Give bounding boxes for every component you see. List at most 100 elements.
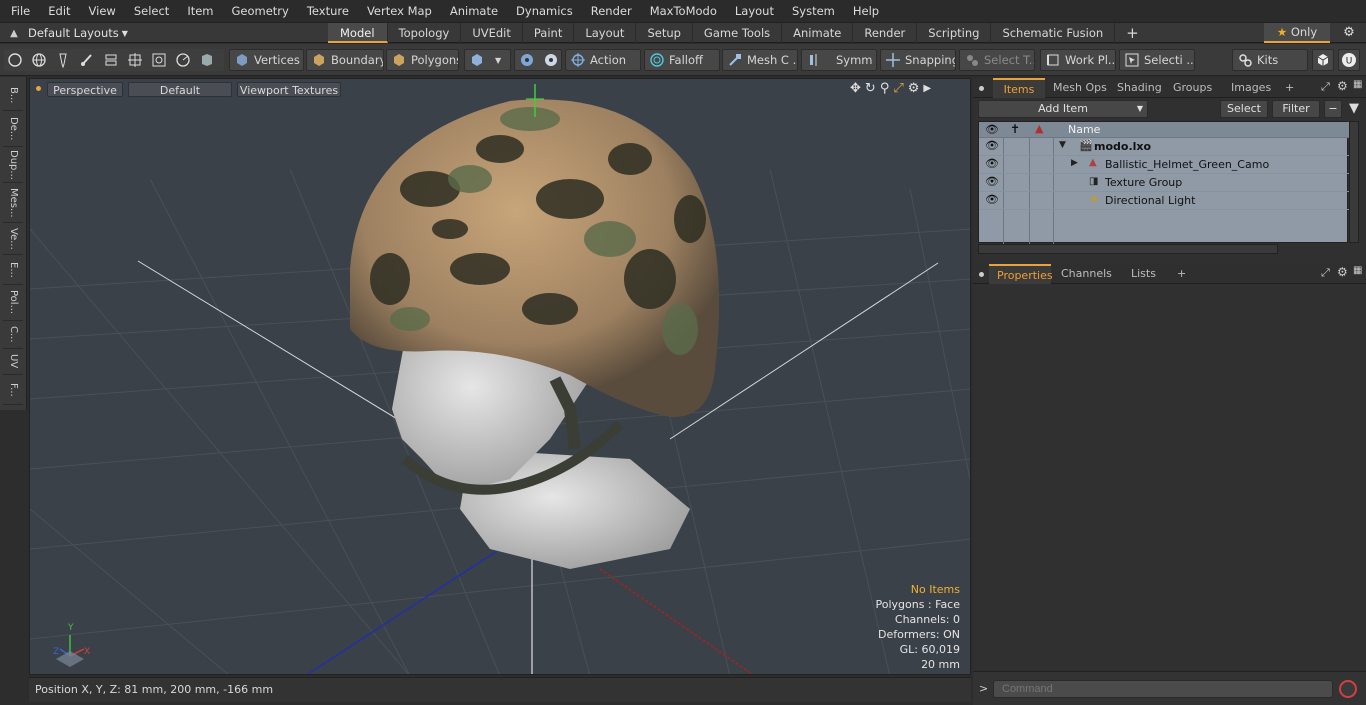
dock-icon[interactable]: ▦ (1353, 265, 1362, 276)
command-input[interactable] (993, 680, 1333, 698)
list-item[interactable]: 👁 ☀ Directional Light (979, 192, 1349, 210)
viewport-menu-dot[interactable] (36, 86, 41, 91)
3d-viewport[interactable]: Y X Z Perspective Default Viewport Textu… (29, 78, 971, 675)
left-tab-basic[interactable]: B... (3, 81, 23, 111)
eye-icon[interactable]: 👁 (985, 193, 999, 206)
tab-animate[interactable]: Animate (782, 23, 854, 43)
left-tab-curve[interactable]: C... (3, 321, 23, 349)
fit-icon[interactable]: ⤢ (893, 81, 903, 99)
viewport-shading-tab[interactable]: Default (128, 82, 232, 97)
unreal-button[interactable]: U (1338, 49, 1360, 71)
expand-icon[interactable]: ⤢ (1321, 266, 1330, 280)
mesh-constraint-button[interactable]: Mesh C ... (722, 49, 798, 71)
add-item-button[interactable]: Add Item ▼ (978, 100, 1148, 118)
left-tab-duplicate[interactable]: Dup... (3, 147, 23, 183)
tab-mesh-ops[interactable]: Mesh Ops (1045, 78, 1115, 98)
panel-menu-dot[interactable] (979, 86, 984, 91)
item-list-scrollbar[interactable] (1349, 121, 1359, 243)
menu-maxtomodo[interactable]: MaxToModo (641, 0, 726, 22)
tab-schematic-fusion[interactable]: Schematic Fusion (991, 23, 1116, 43)
gear-icon[interactable]: ⚙ (1340, 23, 1358, 43)
globe-icon[interactable] (31, 52, 47, 68)
shield-icon[interactable] (199, 52, 215, 68)
filter-funnel-icon[interactable]: ▼ (1345, 100, 1363, 118)
menu-geometry[interactable]: Geometry (223, 0, 298, 22)
center-icon[interactable] (127, 52, 143, 68)
eye-icon[interactable]: 👁 (985, 157, 999, 170)
expand-down-icon[interactable]: ▼ (1059, 140, 1066, 150)
eye-icon[interactable]: 👁 (985, 175, 999, 188)
filter-button[interactable]: Filter (1272, 100, 1320, 118)
polygons-button[interactable]: Polygons (386, 49, 459, 71)
tab-groups[interactable]: Groups (1165, 78, 1220, 98)
menu-file[interactable]: File (0, 0, 39, 22)
tab-lists[interactable]: Lists (1123, 264, 1164, 284)
collapse-up-icon[interactable]: ▲ (0, 28, 28, 39)
selection-sets-button[interactable]: Selecti ... (1119, 49, 1195, 71)
pie-icon[interactable] (175, 52, 191, 68)
menu-texture[interactable]: Texture (298, 0, 358, 22)
tab-paint[interactable]: Paint (523, 23, 575, 43)
menu-system[interactable]: System (783, 0, 844, 22)
menu-layout[interactable]: Layout (726, 0, 783, 22)
list-item[interactable]: 👁 ▼ 🎬 modo.lxo (979, 138, 1349, 156)
menu-select[interactable]: Select (125, 0, 178, 22)
left-tab-polygon[interactable]: Pol... (3, 285, 23, 321)
tab-channels[interactable]: Channels (1053, 264, 1120, 284)
tab-uvedit[interactable]: UVEdit (461, 23, 523, 43)
add-tab-button[interactable]: + (1277, 78, 1302, 98)
menu-vertex-map[interactable]: Vertex Map (358, 0, 441, 22)
brush-icon[interactable] (79, 52, 95, 68)
list-item[interactable]: 👁 ◨ Texture Group (979, 174, 1349, 192)
left-tab-uv[interactable]: UV (3, 349, 23, 375)
panel-menu-dot[interactable] (979, 272, 984, 277)
play-right-icon[interactable]: ▶ (923, 83, 931, 99)
zoom-icon[interactable]: ⚲ (880, 81, 890, 99)
layout-selector[interactable]: ▲ Default Layouts ▼ (0, 23, 128, 43)
viewport-perspective-tab[interactable]: Perspective (47, 82, 123, 97)
kits-button[interactable]: Kits (1232, 49, 1308, 71)
tab-setup[interactable]: Setup (636, 23, 693, 43)
box-select-icon[interactable] (151, 52, 167, 68)
unity-button[interactable] (1312, 49, 1334, 71)
menu-view[interactable]: View (80, 0, 125, 22)
menu-animate[interactable]: Animate (441, 0, 507, 22)
collapse-button[interactable]: − (1324, 100, 1342, 118)
add-tab-button[interactable]: + (1169, 264, 1194, 284)
tab-properties[interactable]: Properties (989, 264, 1053, 284)
dock-icon[interactable]: ▦ (1353, 79, 1362, 90)
left-tab-fusion[interactable]: F... (3, 375, 23, 405)
add-tab-button[interactable]: + (1115, 23, 1150, 43)
viewport-textures-tab[interactable]: Viewport Textures (237, 82, 341, 97)
pen-icon[interactable] (55, 52, 71, 68)
item-type-icon[interactable]: ▲ (1035, 122, 1043, 135)
rotate-icon[interactable]: ↻ (865, 81, 876, 99)
soccer-ball-alt-icon[interactable] (543, 52, 559, 68)
tab-items[interactable]: Items (993, 78, 1045, 98)
tab-game-tools[interactable]: Game Tools (693, 23, 783, 43)
tab-render[interactable]: Render (853, 23, 918, 43)
expand-right-icon[interactable]: ▶ (1071, 158, 1078, 168)
select-button[interactable]: Select (1220, 100, 1268, 118)
falloff-button[interactable]: Falloff (644, 49, 720, 71)
menu-edit[interactable]: Edit (39, 0, 79, 22)
soccer-ball-icon[interactable] (519, 52, 535, 68)
left-tab-deform[interactable]: De... (3, 111, 23, 147)
gear-icon[interactable]: ⚙ (1337, 265, 1348, 279)
left-tab-vertex[interactable]: Ve... (3, 223, 23, 255)
gear-icon[interactable]: ⚙ (908, 81, 920, 99)
viewport-scene[interactable] (30, 79, 971, 675)
pan-icon[interactable]: ✥ (850, 81, 861, 99)
eye-icon[interactable]: 👁 (985, 123, 999, 136)
symmetry-button[interactable]: Symm ... (801, 49, 877, 71)
item-list-hscroll[interactable] (978, 244, 1278, 254)
gear-icon[interactable]: ⚙ (1337, 79, 1348, 93)
tab-images[interactable]: Images (1223, 78, 1279, 98)
list-item[interactable]: 👁 ▶ ▲ Ballistic_Helmet_Green_Camo (979, 156, 1349, 174)
vertices-button[interactable]: Vertices (229, 49, 304, 71)
lock-icon[interactable]: ✝ (1010, 122, 1020, 136)
align-icon[interactable] (103, 52, 119, 68)
snapping-button[interactable]: Snapping (880, 49, 956, 71)
expand-icon[interactable]: ⤢ (1321, 80, 1330, 94)
action-button[interactable]: Action (565, 49, 641, 71)
